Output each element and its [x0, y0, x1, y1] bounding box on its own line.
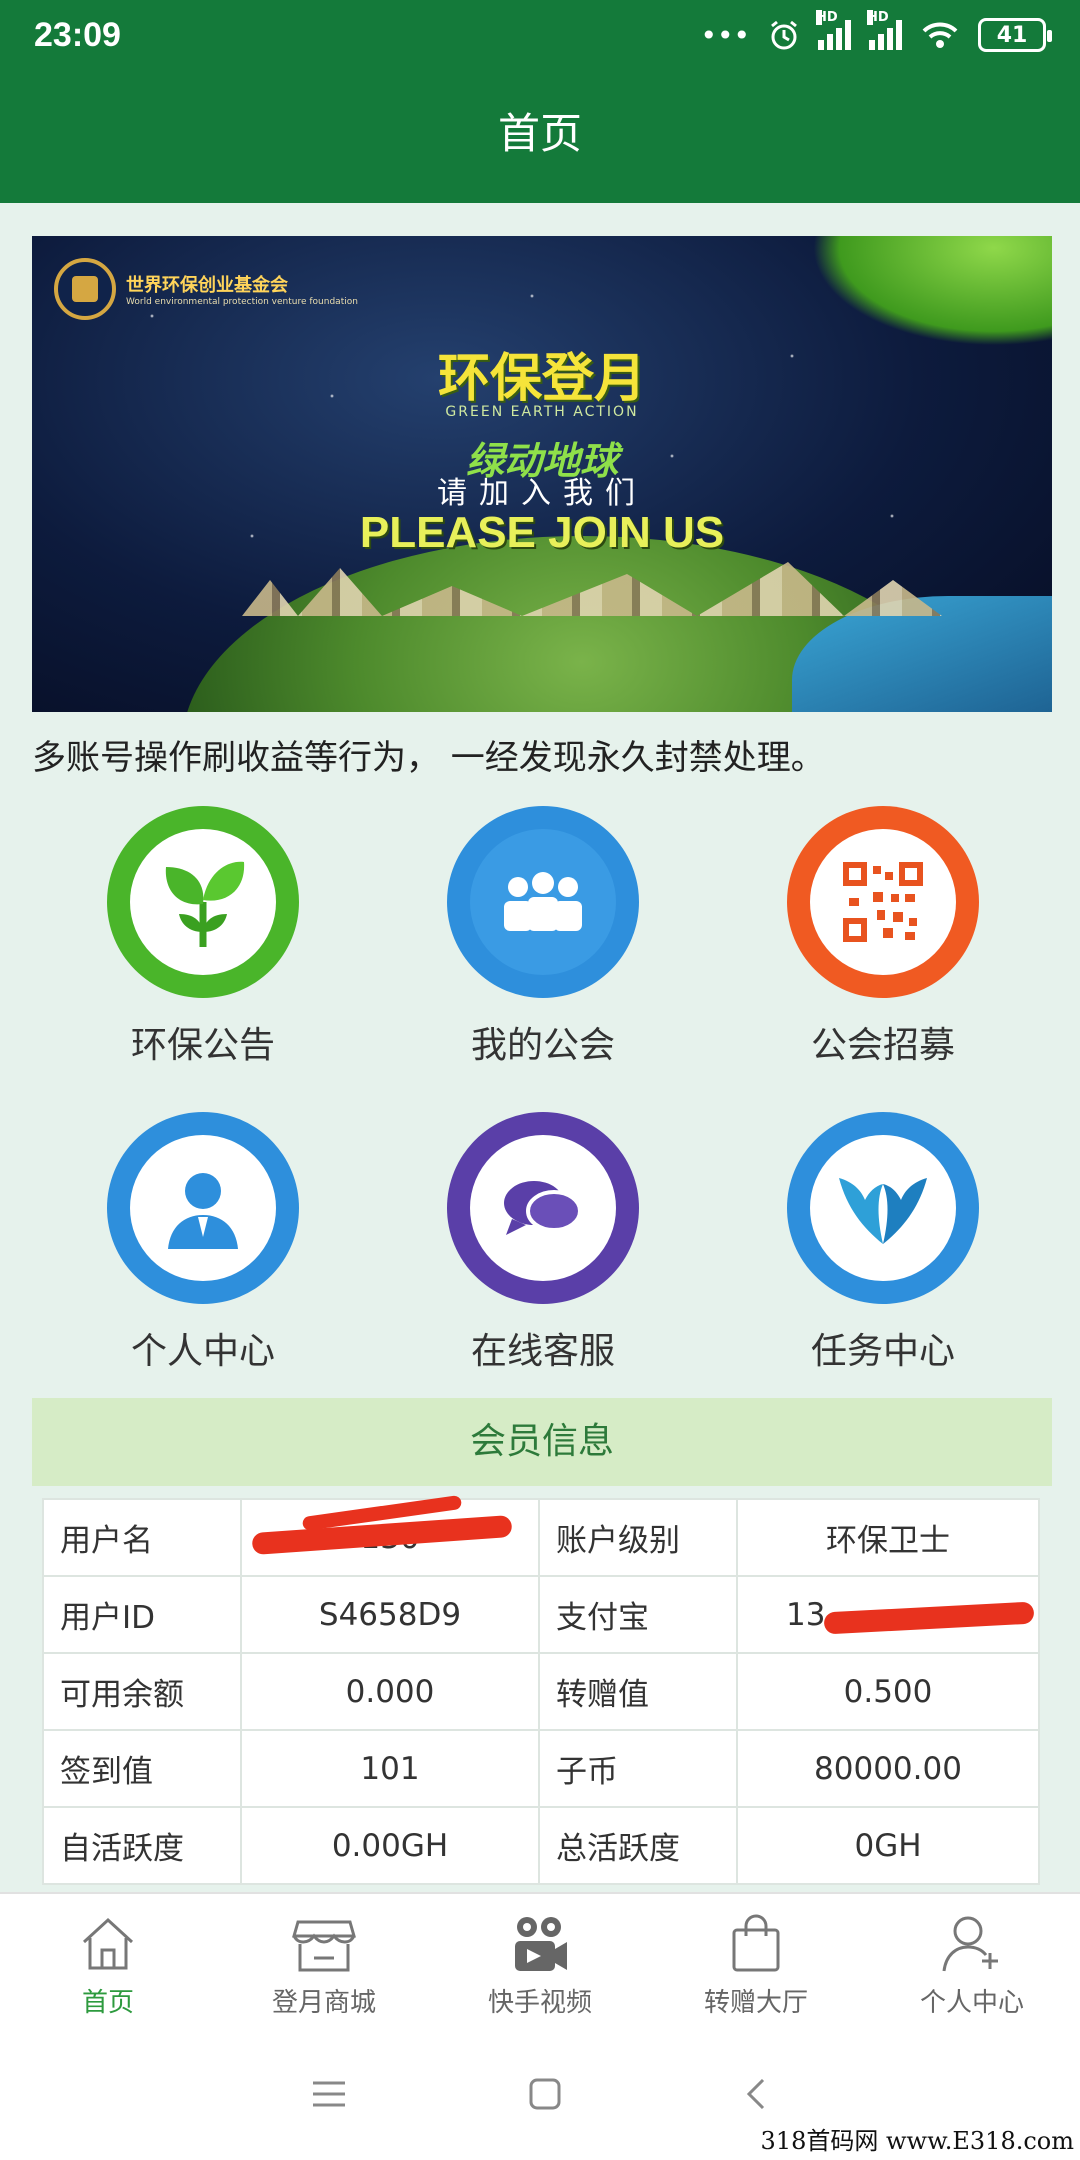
- foundation-subtitle: World environmental protection venture f…: [126, 297, 358, 307]
- table-row: 签到值 101 子币 80000.00: [42, 1729, 1040, 1808]
- tile-label: 个人中心: [130, 1331, 275, 1372]
- checkin-value-label: 签到值: [42, 1729, 242, 1808]
- menu-icon[interactable]: [309, 2077, 349, 2111]
- page-title: 首页: [497, 109, 582, 158]
- sprout-icon: [130, 829, 276, 975]
- tile-eco-announcement[interactable]: 环保公告: [33, 806, 373, 1068]
- member-info-table: 用户名 130 账户级别 环保卫士 用户ID S4658D9 支付宝 13 可用…: [42, 1494, 1040, 1885]
- tab-label: 登月商城: [271, 1988, 376, 2018]
- tab-kuaishou-video[interactable]: 快手视频: [432, 1894, 648, 2028]
- account-level-label: 账户级别: [538, 1498, 738, 1577]
- banner-tagline-en: GREEN EARTH ACTION: [445, 404, 639, 420]
- redaction-mark: [823, 1601, 1035, 1635]
- user-id-label: 用户ID: [42, 1575, 242, 1654]
- tile-label: 在线客服: [470, 1331, 615, 1372]
- status-bar: 23:09 ••• HD HD 41: [0, 0, 1080, 70]
- tile-circle: [447, 806, 639, 998]
- sub-coin-value: 80000.00: [736, 1729, 1040, 1808]
- tile-label: 环保公告: [130, 1025, 275, 1066]
- notice-text: 多账号操作刷收益等行为， 一经发现永久封禁处理。: [32, 738, 825, 778]
- chat-icon: [470, 1135, 616, 1281]
- table-row: 用户ID S4658D9 支付宝 13: [42, 1575, 1040, 1654]
- foundation-seal-icon: [54, 258, 116, 320]
- tile-personal-center[interactable]: 个人中心: [33, 1112, 373, 1374]
- signal-icon: HD: [816, 10, 851, 50]
- alipay-label: 支付宝: [538, 1575, 738, 1654]
- bottom-tab-bar: 首页 登月商城 快手视频 转赠大厅 个人中心: [0, 1892, 1080, 2028]
- banner-invite-en: PLEASE JOIN US: [359, 508, 725, 557]
- banner-title: 环保登月: [437, 349, 646, 409]
- account-level-value: 环保卫士: [736, 1498, 1040, 1577]
- tab-moon-store[interactable]: 登月商城: [216, 1894, 432, 2028]
- tab-label: 快手视频: [487, 1988, 592, 2018]
- checkin-value-value: 101: [240, 1729, 540, 1808]
- tile-my-guild[interactable]: 我的公会: [373, 806, 713, 1068]
- transfer-value-label: 转赠值: [538, 1652, 738, 1731]
- tile-circle: [107, 806, 299, 998]
- available-balance-value: 0.000: [240, 1652, 540, 1731]
- sub-coin-label: 子币: [538, 1729, 738, 1808]
- tile-circle: [787, 1112, 979, 1304]
- feature-grid: 环保公告 我的公会 公会招募 个人中心 在线客服 任务中心: [0, 806, 1080, 1374]
- foundation-logo: 世界环保创业基金会 World environmental protection…: [54, 258, 358, 320]
- tab-home[interactable]: 首页: [0, 1894, 216, 2028]
- status-icons: ••• HD HD 41: [700, 10, 1052, 52]
- table-row: 可用余额 0.000 转赠值 0.500: [42, 1652, 1040, 1731]
- shopping-bag-icon: [724, 1912, 788, 1976]
- tab-label: 个人中心: [919, 1988, 1024, 2018]
- tile-label: 我的公会: [470, 1025, 615, 1066]
- tab-personal-center[interactable]: 个人中心: [864, 1894, 1080, 2028]
- foundation-name: 世界环保创业基金会: [126, 275, 288, 296]
- banner-invite-cn: 请加入我们: [437, 476, 647, 511]
- wifi-icon: [922, 22, 958, 48]
- alarm-icon: [771, 20, 797, 50]
- tile-circle: [787, 806, 979, 998]
- tile-guild-recruit[interactable]: 公会招募: [713, 806, 1053, 1068]
- available-balance-label: 可用余额: [42, 1652, 242, 1731]
- tile-label: 任务中心: [810, 1331, 955, 1372]
- self-activity-value: 0.00GH: [240, 1806, 540, 1885]
- user-id-value: S4658D9: [240, 1575, 540, 1654]
- transfer-value-value: 0.500: [736, 1652, 1040, 1731]
- user-add-icon: [940, 1912, 1004, 1976]
- group-icon: [470, 829, 616, 975]
- tile-label: 公会招募: [810, 1025, 955, 1066]
- store-icon: [292, 1912, 356, 1976]
- status-time: 23:09: [34, 15, 121, 54]
- signal-icon-2: HD: [867, 10, 902, 50]
- home-button-icon[interactable]: [527, 2076, 563, 2112]
- tab-label: 转赠大厅: [703, 1988, 808, 2018]
- person-icon: [130, 1135, 276, 1281]
- watermark: 318首码网 www.E318.com: [760, 2127, 1074, 2155]
- total-activity-label: 总活跃度: [538, 1806, 738, 1885]
- alipay-value: 13: [736, 1575, 1040, 1654]
- tile-circle: [107, 1112, 299, 1304]
- self-activity-label: 自活跃度: [42, 1806, 242, 1885]
- banner-leaves: [812, 236, 1052, 346]
- hands-icon: [810, 1135, 956, 1281]
- username-label: 用户名: [42, 1498, 242, 1577]
- tab-transfer-hall[interactable]: 转赠大厅: [648, 1894, 864, 2028]
- member-info-header: 会员信息: [32, 1398, 1052, 1486]
- battery-icon: 41: [978, 18, 1052, 52]
- home-icon: [76, 1912, 140, 1976]
- total-activity-value: 0GH: [736, 1806, 1040, 1885]
- tab-label: 首页: [81, 1988, 134, 2018]
- video-camera-icon: [508, 1912, 572, 1976]
- more-dots-icon: •••: [700, 18, 750, 52]
- table-row: 用户名 130 账户级别 环保卫士: [42, 1494, 1040, 1577]
- table-row: 自活跃度 0.00GH 总活跃度 0GH: [42, 1806, 1040, 1885]
- promo-banner[interactable]: 世界环保创业基金会 World environmental protection…: [32, 236, 1052, 712]
- tile-circle: [447, 1112, 639, 1304]
- tile-task-center[interactable]: 任务中心: [713, 1112, 1053, 1374]
- username-value: 130: [240, 1494, 540, 1577]
- app-header: 23:09 ••• HD HD 41 首页: [0, 0, 1080, 203]
- back-icon[interactable]: [741, 2076, 771, 2112]
- qrcode-icon: [810, 829, 956, 975]
- tile-online-support[interactable]: 在线客服: [373, 1112, 713, 1374]
